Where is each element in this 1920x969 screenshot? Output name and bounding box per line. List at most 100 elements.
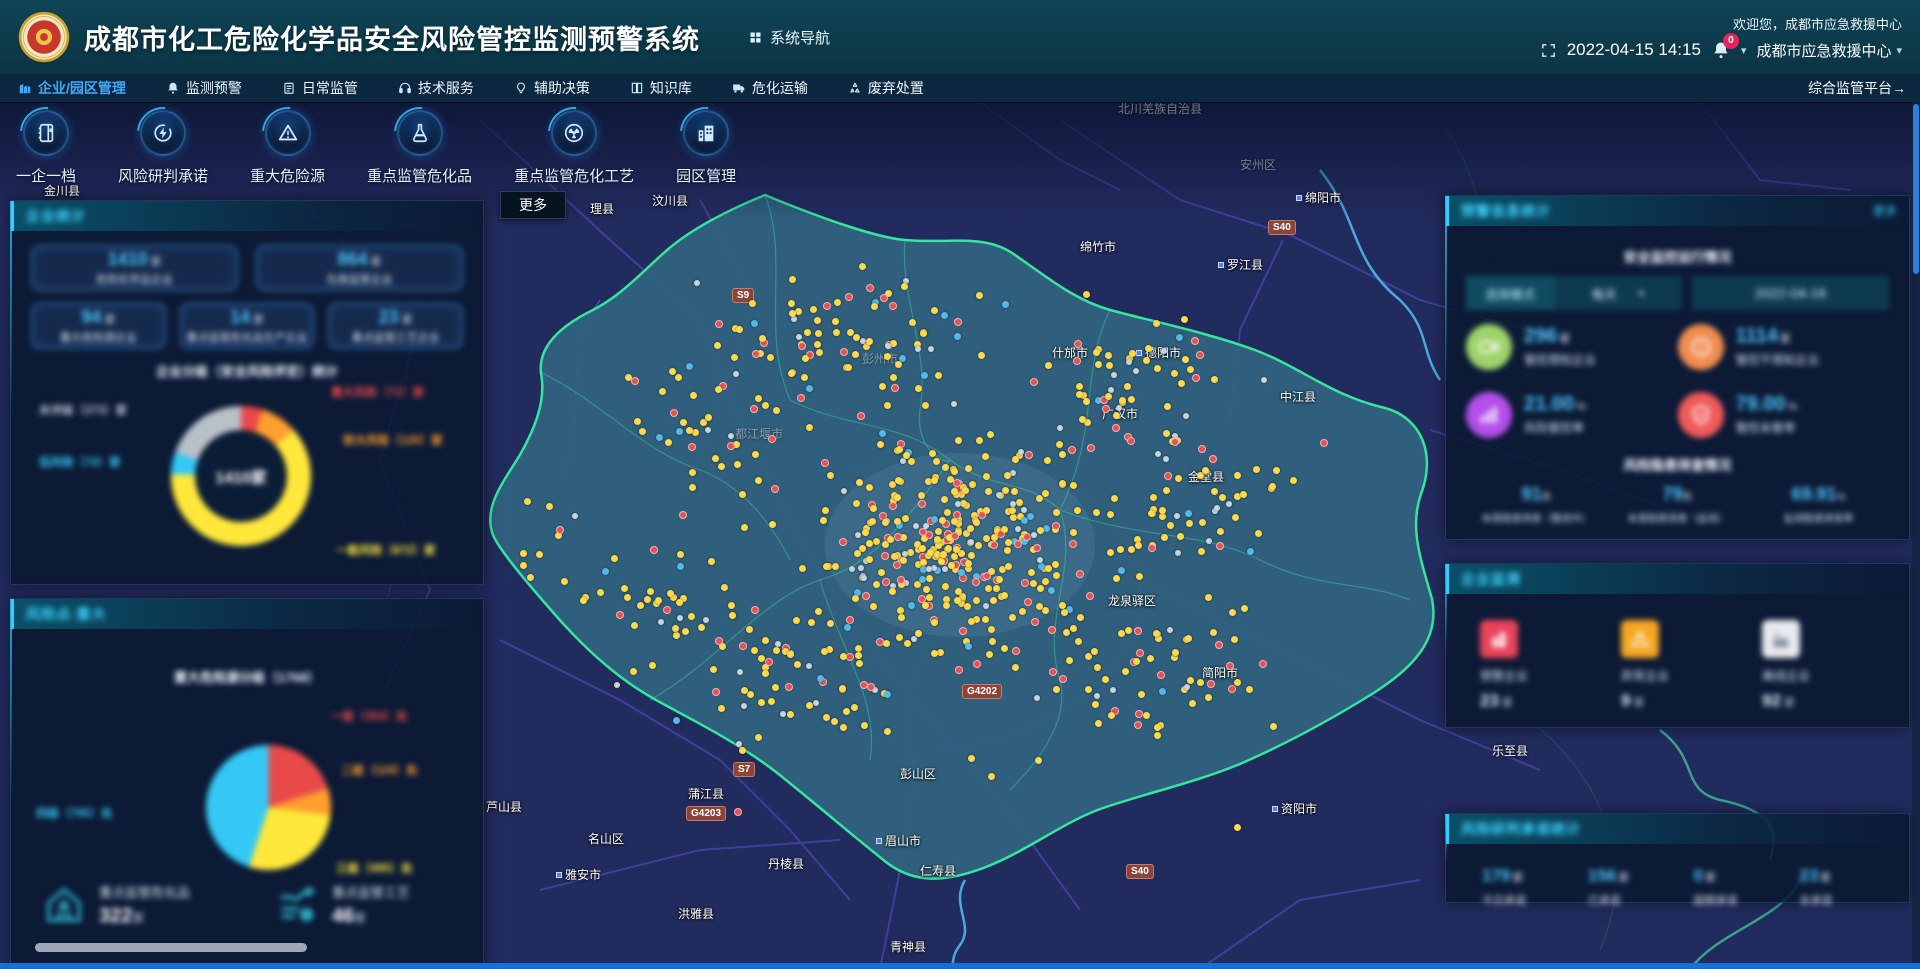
map-label: 洪雅县 — [678, 905, 714, 922]
map-dot — [926, 575, 933, 582]
more-link[interactable]: 更多 — [1873, 196, 1897, 226]
legend-callout: 二级（124）处 — [341, 762, 418, 778]
scrollbar-thumb[interactable] — [1913, 104, 1919, 274]
map-dot — [973, 519, 980, 526]
map-dot — [747, 691, 754, 698]
map-dot — [1136, 649, 1144, 657]
stat-value: 14家 — [230, 308, 264, 326]
map-dot — [1036, 495, 1043, 502]
map-dot — [755, 395, 762, 402]
stat-label: 重大危险源企业 — [60, 329, 137, 345]
fullscreen-icon[interactable] — [1540, 42, 1557, 59]
map-dot — [968, 755, 975, 762]
quick-nav: 一企一档风险研判承诺重大危险源 重点监管危化品重点监管危化工艺园区管理 — [16, 110, 736, 186]
map-dot — [1001, 526, 1008, 533]
map-dot — [1063, 629, 1070, 636]
map-dot — [799, 565, 806, 572]
map-dot — [1023, 533, 1031, 541]
vertical-scrollbar[interactable] — [1912, 102, 1920, 969]
map-dot — [1107, 511, 1114, 518]
map-dot — [733, 371, 739, 377]
map-dot — [1113, 575, 1120, 582]
filter-date-input[interactable]: 2022-04-16 — [1692, 276, 1889, 310]
map-dot — [1232, 514, 1239, 521]
map-dot — [869, 518, 876, 525]
map-dot — [659, 388, 666, 395]
nav-item-0[interactable]: 企业/园区管理 — [18, 78, 126, 98]
map-dot — [667, 590, 674, 597]
monitor-stat-value: 23家 — [1480, 691, 1607, 711]
panel-header: 企业统计 — [11, 201, 483, 231]
panel-horizontal-scrollbar[interactable] — [35, 943, 307, 952]
map-label: 青神县 — [890, 938, 926, 955]
commitment-stat-value: 0家 — [1694, 866, 1784, 886]
map-dot — [1021, 579, 1029, 587]
map-dot — [1070, 625, 1077, 632]
map-dot — [1174, 513, 1180, 519]
quick-nav-label: 重大危险源 — [250, 165, 325, 186]
footer-stat: 重点监管工艺46家 — [274, 882, 410, 928]
map-dot — [817, 675, 824, 682]
quick-nav-item-5[interactable]: 园区管理 — [676, 110, 736, 186]
map-dot — [762, 637, 769, 644]
map-dot — [1070, 529, 1077, 536]
caret-down-icon[interactable]: ▾ — [1741, 44, 1747, 57]
map-dot — [1217, 528, 1224, 535]
quick-nav-item-1[interactable]: 风险研判承诺 — [118, 110, 208, 186]
platform-link[interactable]: 综合监管平台→ — [1808, 78, 1920, 98]
map-dot — [1031, 532, 1037, 538]
map-dot — [1049, 668, 1057, 676]
monitor-stat-label: 离线企业 — [1762, 667, 1889, 684]
map-dot — [985, 488, 992, 495]
map-dot — [1178, 380, 1185, 387]
road-badge: S7 — [733, 762, 755, 777]
map-dot — [895, 477, 902, 484]
map-dot — [1153, 630, 1160, 637]
map-dot — [1138, 691, 1145, 698]
map-dot — [1185, 635, 1192, 642]
quick-nav-item-0[interactable]: 一企一档 — [16, 110, 76, 186]
system-nav-button[interactable]: 系统导航 — [748, 27, 830, 48]
nav-item-7[interactable]: 废弃处置 — [848, 78, 924, 98]
map-dot — [1215, 641, 1223, 649]
map-dot — [1124, 383, 1131, 390]
map-dot — [1087, 444, 1095, 452]
horizontal-scrollbar[interactable] — [0, 963, 1920, 969]
map-dot — [1018, 449, 1024, 455]
map-dot — [983, 535, 990, 542]
quick-nav-item-2[interactable]: 重大危险源 — [250, 110, 325, 186]
notifications-button[interactable]: 0 — [1711, 40, 1731, 60]
nav-item-4[interactable]: 辅助决策 — [514, 78, 590, 98]
org-dropdown[interactable]: 成都市应急救援中心 ▾ — [1756, 40, 1902, 61]
map-dot — [1253, 466, 1260, 473]
map-dot — [862, 529, 869, 536]
map-dot — [1045, 565, 1052, 572]
map-label: 资阳市 — [1272, 800, 1317, 817]
map-dot — [1147, 655, 1154, 662]
nav-item-3[interactable]: 技术服务 — [398, 78, 474, 98]
map-dot — [884, 728, 891, 735]
map-dot — [580, 597, 587, 604]
nav-item-1[interactable]: 监测预警 — [166, 78, 242, 98]
clipboard-icon — [282, 81, 296, 95]
map-label: 绵阳市 — [1296, 189, 1341, 206]
nav-item-6[interactable]: 危化运输 — [732, 78, 808, 98]
quick-nav-item-4[interactable]: 重点监管危化工艺 — [514, 110, 634, 186]
nav-item-2[interactable]: 日常监管 — [282, 78, 358, 98]
map-dot — [712, 455, 719, 462]
filter-mode-select[interactable]: 每天 ▾ — [1554, 276, 1682, 310]
map-dot — [1127, 437, 1135, 445]
map-dot — [1205, 594, 1212, 601]
nav-items: 企业/园区管理 监测预警 日常监管 技术服务 辅助决策 知识库 危化运输 废弃处置 — [0, 78, 924, 98]
quick-nav-item-3[interactable]: 重点监管危化品 — [367, 110, 472, 186]
map-dot — [983, 473, 990, 480]
map-dot — [1030, 580, 1037, 587]
map-more-button[interactable]: 更多 — [500, 191, 566, 219]
map-dot — [1216, 542, 1224, 550]
map-dot — [644, 596, 651, 603]
map-dot — [755, 477, 762, 484]
org-name: 成都市应急救援中心 — [1756, 40, 1891, 61]
inspection-stat-label: 监测隐患排查率 — [1748, 510, 1889, 525]
nav-item-5[interactable]: 知识库 — [630, 78, 692, 98]
map-dot — [1219, 494, 1226, 501]
